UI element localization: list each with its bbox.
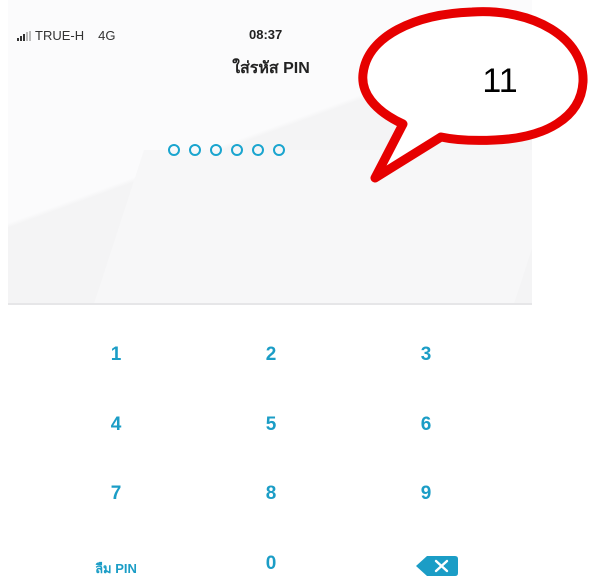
keypad-key-7[interactable]: 7 xyxy=(76,483,156,505)
status-bar-carrier: TRUE-H 4G xyxy=(17,28,115,43)
keypad-key-3[interactable]: 3 xyxy=(386,344,466,366)
pin-dot xyxy=(210,144,222,156)
status-bar-time: 08:37 xyxy=(249,27,283,42)
forgot-pin-link[interactable]: ลืม PIN xyxy=(76,558,156,578)
backspace-button[interactable] xyxy=(415,555,459,577)
keypad-key-6[interactable]: 6 xyxy=(386,414,466,436)
pin-dot xyxy=(273,144,285,156)
keypad-key-9[interactable]: 9 xyxy=(386,483,466,505)
divider xyxy=(8,303,532,305)
signal-icon xyxy=(17,30,32,41)
page-title: ใส่รหัส PIN xyxy=(232,60,310,77)
pin-indicator xyxy=(168,144,285,156)
pin-dot xyxy=(252,144,264,156)
pin-dot xyxy=(231,144,243,156)
pin-dot xyxy=(168,144,180,156)
annotation-label: 11 xyxy=(482,62,518,100)
keypad-key-0[interactable]: 0 xyxy=(231,553,311,575)
network-type: 4G xyxy=(98,28,116,43)
keypad-key-4[interactable]: 4 xyxy=(76,414,156,436)
keypad-key-5[interactable]: 5 xyxy=(231,414,311,436)
backspace-icon xyxy=(416,556,458,576)
keypad-key-8[interactable]: 8 xyxy=(231,483,311,505)
pin-dot xyxy=(189,144,201,156)
keypad-key-2[interactable]: 2 xyxy=(231,344,311,366)
carrier-name: TRUE-H xyxy=(35,28,85,43)
keypad-key-1[interactable]: 1 xyxy=(76,344,156,366)
